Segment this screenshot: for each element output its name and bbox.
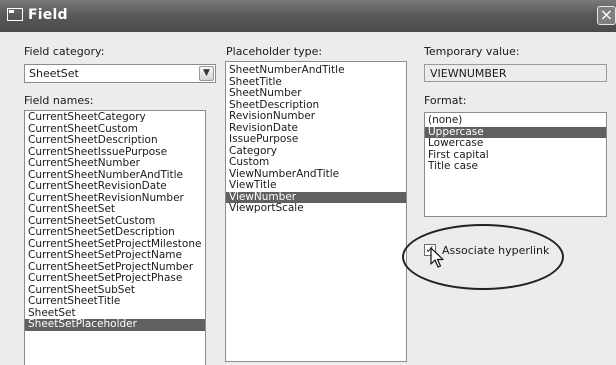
chevron-down-icon[interactable]: ▼: [199, 66, 214, 81]
placeholder-type-item[interactable]: IssuePurpose: [226, 133, 406, 146]
format-item[interactable]: Lowercase: [425, 137, 606, 150]
dialog-title: Field: [28, 7, 68, 23]
field-dialog-icon: [7, 8, 23, 21]
placeholder-type-item[interactable]: Custom: [226, 156, 406, 169]
field-name-item[interactable]: SheetSetPlaceholder: [25, 318, 205, 331]
format-item[interactable]: (none): [425, 114, 606, 127]
field-names-list[interactable]: CurrentSheetCategory CurrentSheetCustom Cu…: [24, 110, 206, 365]
field-name-item[interactable]: CurrentSheetCategory: [25, 111, 205, 124]
placeholder-type-label: Placeholder type:: [226, 45, 323, 58]
temporary-value: VIEWNUMBER: [430, 67, 507, 80]
field-name-item[interactable]: CurrentSheetSet: [25, 203, 205, 216]
field-category-label: Field category:: [24, 45, 105, 58]
placeholder-type-item[interactable]: SheetNumberAndTitle: [226, 64, 406, 77]
format-item[interactable]: Title case: [425, 160, 606, 173]
temporary-value-label: Temporary value:: [424, 45, 520, 58]
placeholder-type-item[interactable]: ViewTitle: [226, 179, 406, 192]
field-name-item[interactable]: CurrentSheetDescription: [25, 134, 205, 147]
temporary-value-field: VIEWNUMBER: [424, 64, 607, 82]
format-label: Format:: [424, 94, 467, 107]
field-name-item[interactable]: CurrentSheetTitle: [25, 295, 205, 308]
title-bar: Field ×: [0, 0, 616, 32]
field-name-item[interactable]: CurrentSheetSetDescription: [25, 226, 205, 239]
highlight-ellipse: [402, 224, 564, 290]
field-names-label: Field names:: [24, 94, 94, 107]
placeholder-type-item[interactable]: ViewportScale: [226, 202, 406, 215]
placeholder-type-list[interactable]: SheetNumberAndTitle SheetTitle SheetNumber…: [225, 61, 407, 362]
format-list[interactable]: (none) Uppercase Lowercase First capital Tit…: [424, 112, 607, 217]
field-dialog: Field × Field category: SheetSet ▼ Field…: [0, 0, 616, 365]
field-name-item[interactable]: CurrentSheetSetProjectPhase: [25, 272, 205, 285]
field-name-item[interactable]: CurrentSheetNumber: [25, 157, 205, 170]
field-name-item[interactable]: CurrentSheetRevisionDate: [25, 180, 205, 193]
placeholder-type-item[interactable]: SheetNumber: [226, 87, 406, 100]
placeholder-type-item[interactable]: RevisionNumber: [226, 110, 406, 123]
close-button[interactable]: ×: [597, 6, 616, 25]
field-category-select[interactable]: SheetSet ▼: [24, 64, 216, 83]
field-name-item[interactable]: CurrentSheetSetProjectName: [25, 249, 205, 262]
mouse-cursor-icon: [430, 247, 444, 268]
field-category-value: SheetSet: [29, 67, 79, 80]
